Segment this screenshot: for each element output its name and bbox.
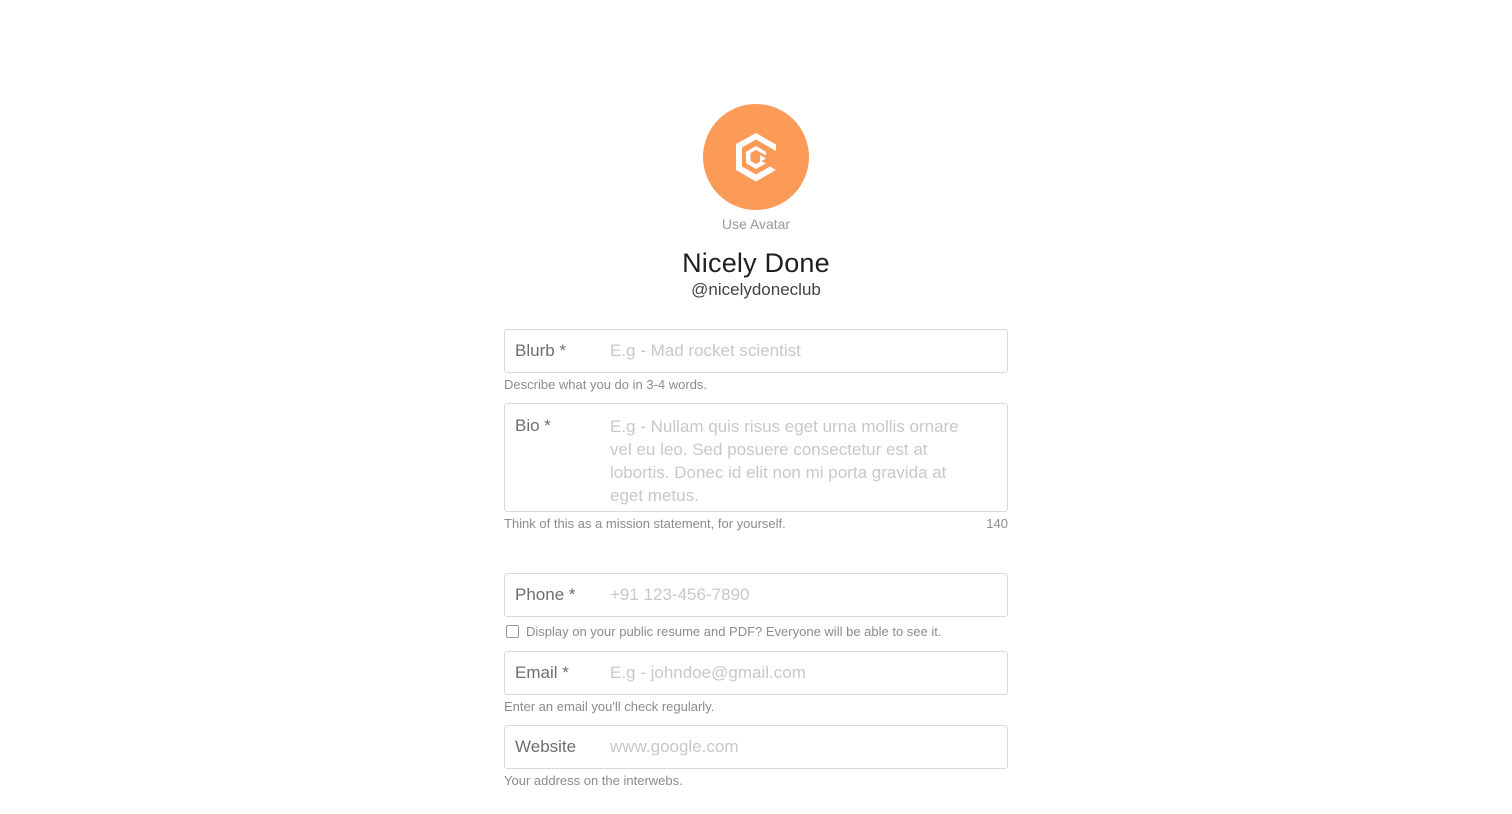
bio-field[interactable]: Bio * (504, 403, 1008, 512)
blurb-help-text: Describe what you do in 3-4 words. (504, 377, 708, 392)
bio-help-text: Think of this as a mission statement, fo… (504, 516, 786, 531)
phone-label: Phone * (515, 585, 576, 604)
bio-char-counter: 140 (986, 516, 1008, 531)
phone-public-checkbox[interactable] (506, 625, 519, 638)
phone-public-checkbox-row[interactable]: Display on your public resume and PDF? E… (506, 624, 942, 639)
profile-edit-page: Use Avatar Nicely Done @nicelydoneclub B… (0, 0, 1512, 814)
email-label: Email * (515, 663, 569, 682)
website-input[interactable] (610, 726, 1007, 768)
phone-public-checkbox-label: Display on your public resume and PDF? E… (526, 624, 942, 639)
phone-input[interactable] (610, 574, 1007, 616)
profile-handle: @nicelydoneclub (691, 280, 821, 299)
website-help-text: Your address on the interwebs. (504, 773, 683, 788)
bio-textarea[interactable] (610, 415, 1007, 507)
phone-field[interactable]: Phone * (504, 573, 1008, 617)
profile-name: Nicely Done (682, 248, 830, 278)
email-help-text: Enter an email you'll check regularly. (504, 699, 715, 714)
blurb-label: Blurb * (515, 341, 567, 360)
profile-header: Use Avatar Nicely Done @nicelydoneclub (0, 104, 1512, 300)
email-input[interactable] (610, 652, 1007, 694)
hexagon-logo-icon (736, 133, 776, 182)
blurb-field[interactable]: Blurb * (504, 329, 1008, 373)
avatar[interactable] (703, 104, 809, 210)
website-field[interactable]: Website (504, 725, 1008, 769)
bio-label: Bio * (515, 416, 551, 435)
use-avatar-link[interactable]: Use Avatar (722, 216, 790, 232)
blurb-input[interactable] (610, 330, 1007, 372)
email-field[interactable]: Email * (504, 651, 1008, 695)
website-label: Website (515, 737, 577, 756)
